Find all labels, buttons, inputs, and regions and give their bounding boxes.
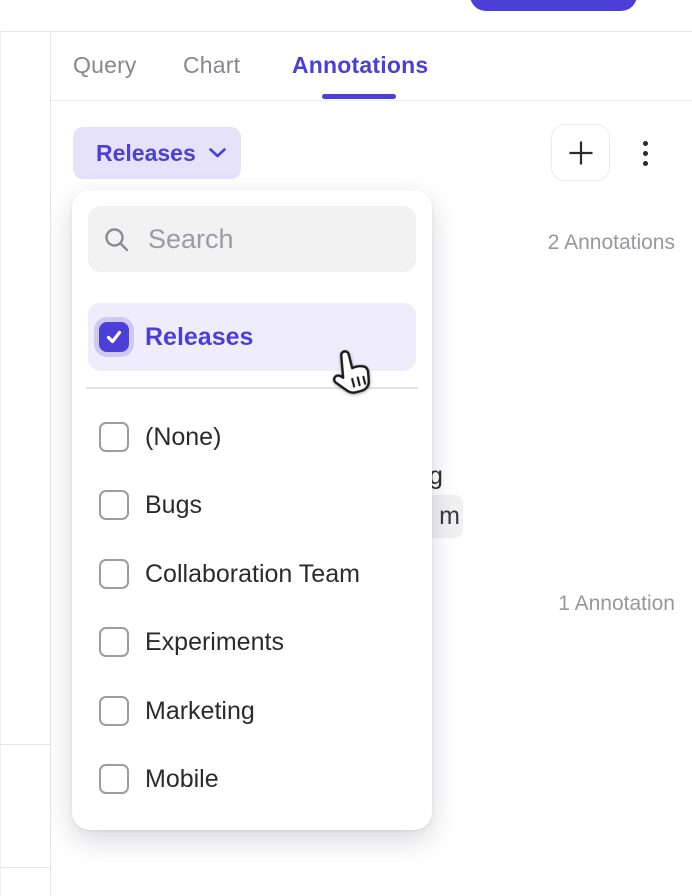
checkbox-unchecked[interactable] [99,559,129,589]
tabbar-divider [51,100,692,101]
check-icon [105,328,123,346]
option-label: Marketing [145,697,255,726]
releases-filter-dropdown-menu: Releases (None) Bugs Collaboration Team … [72,190,432,830]
tab-chart[interactable]: Chart [183,52,240,79]
checkbox-unchecked[interactable] [99,696,129,726]
overflow-menu-icon [643,141,648,146]
checkbox-unchecked[interactable] [99,627,129,657]
chart-gridline [0,867,50,868]
search-icon [103,226,130,253]
chart-gridline [0,744,50,745]
option-label: (None) [145,423,221,452]
dropdown-search-field[interactable] [88,206,416,272]
option-collaboration-team[interactable]: Collaboration Team [88,540,416,608]
checkbox-checked-icon[interactable] [99,322,129,352]
checkbox-unchecked[interactable] [99,764,129,794]
option-label: Mobile [145,765,219,794]
annotation-count-group2: 1 Annotation [558,592,675,616]
option-label: Releases [145,323,253,352]
option-bugs[interactable]: Bugs [88,471,416,539]
releases-filter-dropdown-button[interactable]: Releases [73,127,241,179]
chevron-down-icon [208,147,227,159]
left-panel-border [0,31,1,896]
active-tab-indicator [322,94,396,99]
clipped-chip-label: m [439,502,460,531]
tab-annotations[interactable]: Annotations [292,52,428,79]
hand-cursor-icon [328,348,378,407]
search-input[interactable] [148,224,502,255]
option-marketing[interactable]: Marketing [88,677,416,745]
annotations-panel-screen: Query Chart Annotations Releases 2 Annot… [0,0,692,896]
option-none[interactable]: (None) [88,403,416,471]
topbar-divider [0,31,692,32]
chart-panel-border [50,31,51,896]
annotation-count-group1: 2 Annotations [548,231,675,255]
option-experiments[interactable]: Experiments [88,608,416,676]
checkbox-unchecked[interactable] [99,490,129,520]
filter-button-label: Releases [96,140,196,167]
option-mobile[interactable]: Mobile [88,745,416,813]
checkbox-unchecked[interactable] [99,422,129,452]
overflow-menu-button[interactable] [628,132,662,174]
plus-icon [567,139,595,167]
tab-query[interactable]: Query [73,52,137,79]
option-label: Collaboration Team [145,560,360,589]
option-label: Experiments [145,628,284,657]
add-annotation-button[interactable] [551,124,610,181]
option-label: Bugs [145,491,202,520]
primary-action-button-clipped[interactable] [470,0,637,11]
